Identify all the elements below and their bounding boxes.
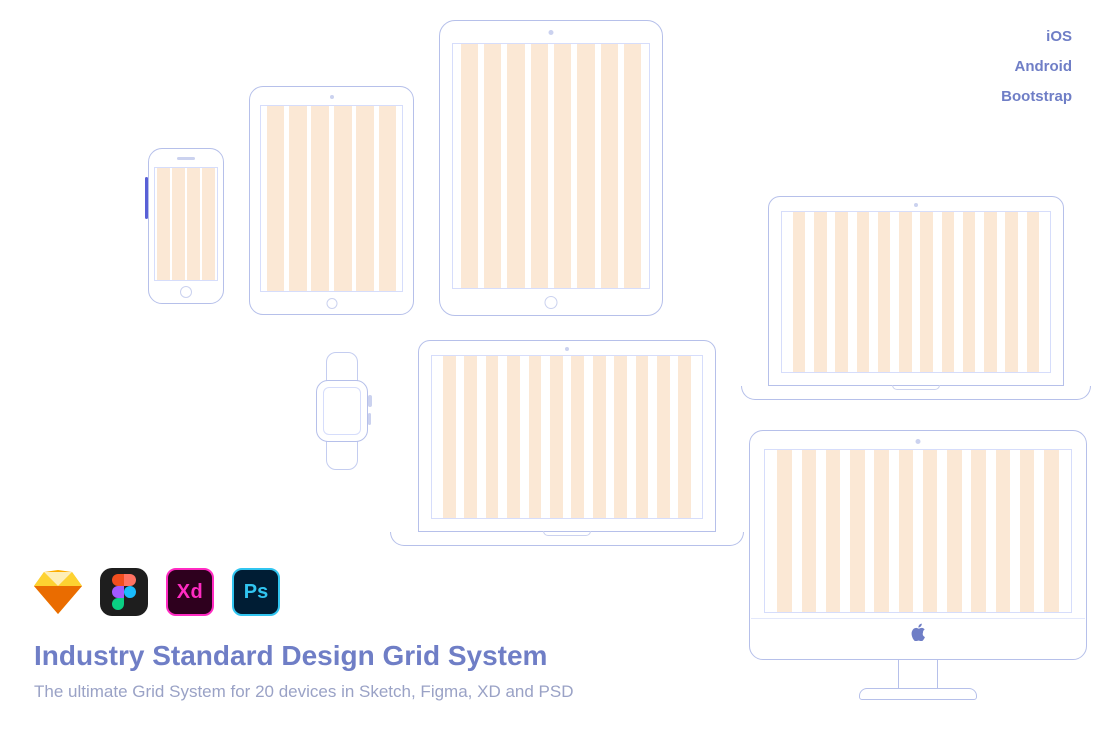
watch-face (316, 380, 368, 442)
camera-icon (914, 203, 918, 207)
app-icons-row: Xd Ps (34, 568, 280, 616)
laptop-notch (543, 531, 591, 536)
laptop-lid (418, 340, 716, 532)
device-phone (148, 148, 224, 304)
phone-home-button-icon (180, 286, 192, 298)
laptop-screen (431, 355, 703, 519)
camera-icon (330, 95, 334, 99)
phone-speaker (177, 157, 195, 160)
laptop-screen (781, 211, 1051, 373)
page-title: Industry Standard Design Grid System (34, 640, 547, 672)
home-button-icon (326, 298, 337, 309)
ipad-large-screen (452, 43, 650, 289)
watch-screen (323, 387, 361, 435)
tag-ios: iOS (1001, 22, 1072, 52)
laptop-notch (892, 385, 940, 390)
imac-neck (898, 660, 938, 688)
platform-tags: iOS Android Bootstrap (1001, 22, 1072, 112)
camera-icon (565, 347, 569, 351)
figma-icon (100, 568, 148, 616)
laptop-lid (768, 196, 1064, 386)
device-ipad-small (249, 86, 414, 315)
canvas: iOS Android Bootstrap (0, 0, 1100, 733)
imac-foot (859, 688, 977, 700)
imac-chin (751, 618, 1085, 658)
imac-screen (764, 449, 1072, 613)
watch-crown-icon (368, 395, 372, 407)
laptop-base (741, 386, 1091, 400)
page-subtitle: The ultimate Grid System for 20 devices … (34, 682, 574, 702)
device-laptop-center (390, 340, 744, 546)
device-laptop-right (741, 196, 1091, 400)
tag-bootstrap: Bootstrap (1001, 82, 1072, 112)
home-button-icon (545, 296, 558, 309)
device-watch (302, 352, 382, 470)
photoshop-icon: Ps (232, 568, 280, 616)
camera-icon (916, 439, 921, 444)
device-ipad-large (439, 20, 663, 316)
watch-side-button-icon (368, 413, 371, 425)
phone-screen (154, 167, 218, 281)
apple-logo-icon (911, 623, 926, 646)
phone-side-buttons (145, 177, 148, 219)
camera-icon (549, 30, 554, 35)
ipad-small-screen (260, 105, 403, 292)
device-imac (749, 430, 1087, 700)
adobe-xd-icon: Xd (166, 568, 214, 616)
imac-monitor (749, 430, 1087, 660)
laptop-base (390, 532, 744, 546)
sketch-icon (34, 570, 82, 614)
tag-android: Android (1001, 52, 1072, 82)
